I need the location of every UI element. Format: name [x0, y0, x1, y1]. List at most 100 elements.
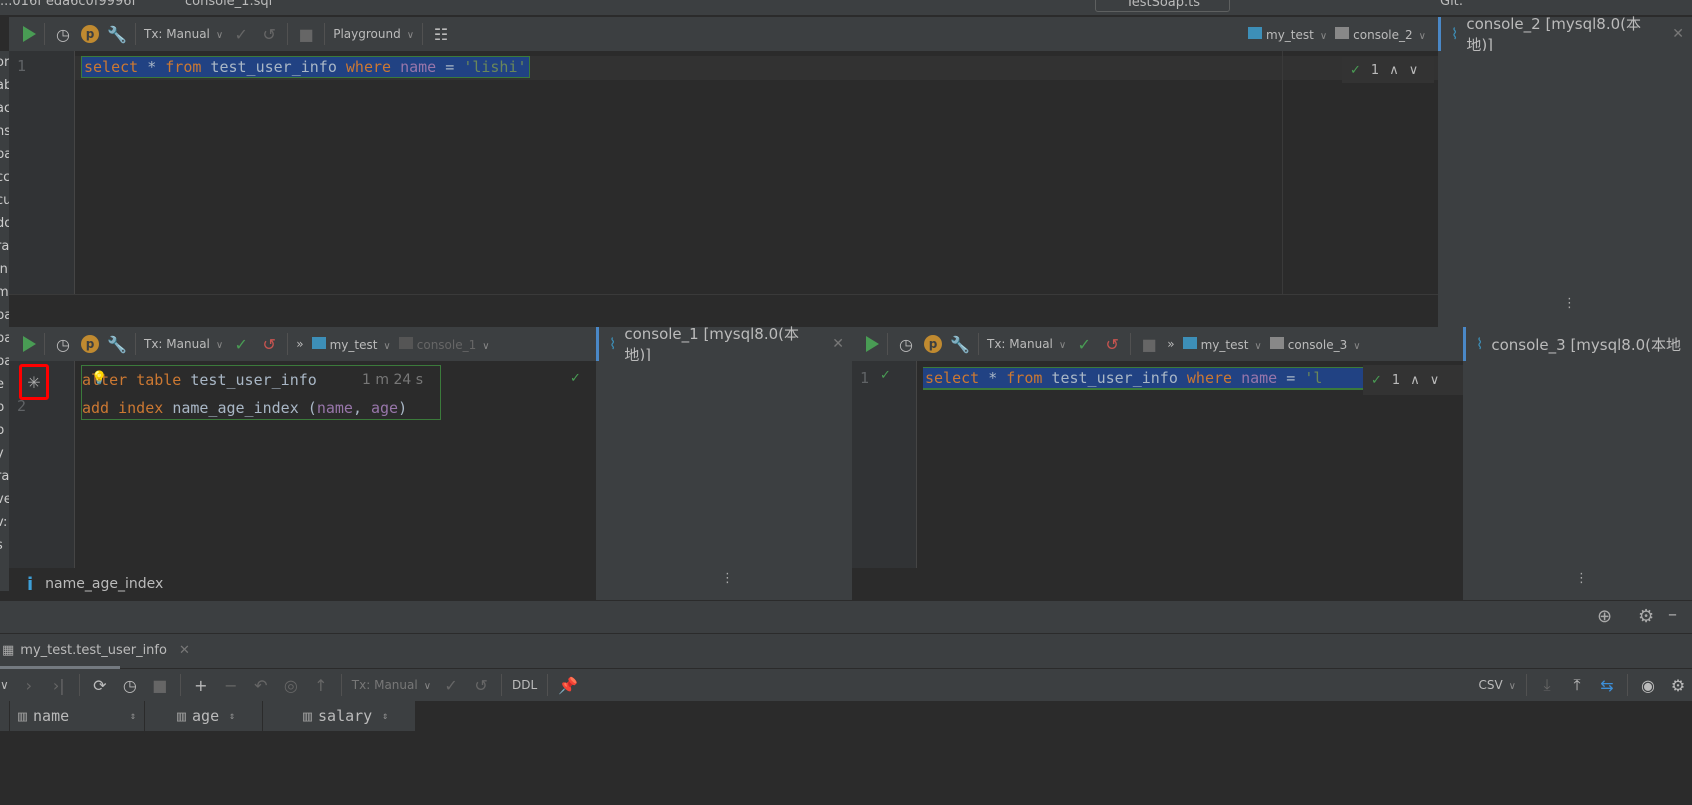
project-tree-item[interactable]: v:: [0, 511, 9, 534]
project-tree-item[interactable]: do: [0, 212, 9, 235]
lightbulb-icon[interactable]: 💡: [91, 371, 107, 386]
submit-icon[interactable]: ↑: [311, 675, 331, 695]
project-tree-item[interactable]: pa: [0, 304, 9, 327]
last-page-icon[interactable]: ›|: [49, 675, 69, 695]
profile-icon[interactable]: p: [81, 335, 99, 353]
history-icon[interactable]: ◷: [896, 334, 916, 354]
inspection-widget[interactable]: ✓ 1 ∧ ∨: [1342, 57, 1434, 83]
wrench-icon[interactable]: 🔧: [107, 24, 127, 44]
add-row-icon[interactable]: +: [191, 675, 211, 695]
export-format-dropdown[interactable]: CSV ∨: [1478, 678, 1516, 692]
session-dropdown[interactable]: console_3 ∨: [1269, 336, 1361, 352]
commit-icon[interactable]: ✓: [1074, 334, 1094, 354]
project-tree-item[interactable]: ns: [0, 120, 9, 143]
history-icon[interactable]: ◷: [53, 334, 73, 354]
project-tree-item[interactable]: ac: [0, 97, 9, 120]
session-dropdown[interactable]: console_2 ∨: [1335, 26, 1426, 42]
tx-mode-dropdown[interactable]: Tx: Manual ∨: [144, 27, 223, 41]
minimize-icon[interactable]: –: [1668, 604, 1677, 625]
top-editor[interactable]: select * from test_user_info where name …: [75, 51, 1438, 294]
refresh-icon[interactable]: ⟳: [90, 675, 110, 695]
commit-icon[interactable]: ✓: [441, 675, 461, 695]
inspection-widget[interactable]: ✓ 1 ∧ ∨: [1363, 365, 1463, 395]
history-icon[interactable]: ◷: [53, 24, 73, 44]
history-icon[interactable]: ◷: [120, 675, 140, 695]
tx-mode-dropdown[interactable]: Tx: Manual ∨: [352, 678, 431, 692]
output-table-icon[interactable]: ☷: [431, 24, 451, 44]
project-tree-item[interactable]: y: [0, 442, 9, 465]
commit-icon[interactable]: ✓: [231, 334, 251, 354]
console3-editor[interactable]: select * from test_user_info where name …: [917, 361, 1463, 568]
stop-icon[interactable]: ■: [1139, 334, 1159, 354]
wrench-icon[interactable]: 🔧: [107, 334, 127, 354]
execute-icon[interactable]: [866, 336, 879, 352]
more-chevron[interactable]: »: [1167, 337, 1174, 351]
page-size-dropdown[interactable]: ∨: [0, 678, 9, 692]
more-icon[interactable]: ⋮: [1575, 571, 1588, 586]
rollback-icon[interactable]: ↺: [1102, 334, 1122, 354]
tab-console-1[interactable]: ⌇ console_1 [mysql8.0(本地)] ✕: [596, 325, 852, 364]
target-icon[interactable]: ⊕: [1597, 606, 1612, 627]
execute-icon[interactable]: [23, 336, 36, 352]
console1-editor[interactable]: alter table test_user_info 💡 1 m 24 s ✓ …: [75, 361, 596, 568]
column-header-name[interactable]: ▥ name ⇕: [10, 701, 145, 731]
project-tree-item[interactable]: m: [0, 281, 9, 304]
tab-results[interactable]: ▦ my_test.test_user_info ✕: [0, 634, 190, 669]
project-tree-item[interactable]: pa: [0, 143, 9, 166]
profile-icon[interactable]: p: [81, 25, 99, 43]
execute-icon[interactable]: [23, 26, 36, 42]
project-tree-strip[interactable]: orabacnspacccudorainmpapapaeppyravev:s: [0, 51, 9, 591]
run-config-select[interactable]: TestSoap.ts: [1095, 0, 1230, 12]
close-icon[interactable]: ✕: [832, 336, 852, 352]
tx-mode-dropdown[interactable]: Tx: Manual ∨: [144, 337, 223, 351]
settings-icon[interactable]: ⚙: [1668, 675, 1688, 695]
project-tree-item[interactable]: cc: [0, 166, 9, 189]
stop-icon[interactable]: ■: [296, 24, 316, 44]
rollback-icon[interactable]: ↺: [259, 334, 279, 354]
close-icon[interactable]: ✕: [1672, 26, 1692, 42]
project-tree-item[interactable]: s: [0, 534, 9, 557]
revert-icon[interactable]: ↶: [251, 675, 271, 695]
rollback-icon[interactable]: ↺: [259, 24, 279, 44]
pin-icon[interactable]: 📌: [558, 675, 578, 695]
project-tree-item[interactable]: or: [0, 51, 9, 74]
more-icon[interactable]: ⋮: [721, 571, 734, 586]
rollback-icon[interactable]: ↺: [471, 675, 491, 695]
tx-mode-dropdown[interactable]: Tx: Manual ∨: [987, 337, 1066, 351]
compare-icon[interactable]: ⇆: [1597, 675, 1617, 695]
session-dropdown[interactable]: console_1 ∨: [398, 336, 490, 352]
gear-icon[interactable]: ⚙: [1638, 606, 1654, 627]
playground-dropdown[interactable]: Playground ∨: [333, 27, 414, 41]
tab-console-2[interactable]: ⌇ console_2 [mysql8.0(本地)] ✕: [1438, 15, 1692, 54]
delete-row-icon[interactable]: −: [221, 675, 241, 695]
next-page-icon[interactable]: ›: [19, 675, 39, 695]
commit-icon[interactable]: ✓: [231, 24, 251, 44]
tab-console-3[interactable]: ⌇ console_3 [mysql8.0(本地: [1463, 327, 1692, 361]
project-tree-item[interactable]: ve: [0, 488, 9, 511]
download-icon[interactable]: ⤓: [1537, 675, 1557, 695]
close-icon[interactable]: ✕: [179, 643, 190, 658]
schema-dropdown[interactable]: my_test ∨: [1182, 336, 1262, 352]
stop-icon[interactable]: ■: [150, 675, 170, 695]
breadcrumb-file[interactable]: console_1.sql: [185, 0, 272, 9]
project-tree-item[interactable]: pa: [0, 350, 9, 373]
project-tree-item[interactable]: cu: [0, 189, 9, 212]
project-tree-item[interactable]: p: [0, 396, 9, 419]
project-tree-item[interactable]: ra: [0, 465, 9, 488]
upload-icon[interactable]: ⤒: [1567, 675, 1587, 695]
project-tree-item[interactable]: e: [0, 373, 9, 396]
wrench-icon[interactable]: 🔧: [950, 334, 970, 354]
column-header-salary[interactable]: ▥ salary ⇕: [263, 701, 415, 731]
schema-dropdown[interactable]: my_test ∨: [311, 336, 391, 352]
project-tree-item[interactable]: ra: [0, 235, 9, 258]
project-tree-item[interactable]: pa: [0, 327, 9, 350]
schema-dropdown[interactable]: my_test ∨: [1248, 26, 1327, 42]
more-icon[interactable]: ⋮: [1563, 296, 1576, 311]
column-header-age[interactable]: ▥ age ⇕: [145, 701, 263, 731]
view-icon[interactable]: ◉: [1638, 675, 1658, 695]
sql-statement[interactable]: select * from test_user_info where name …: [81, 56, 530, 78]
project-tree-item[interactable]: in: [0, 258, 9, 281]
ddl-button[interactable]: DDL: [512, 678, 537, 692]
preview-icon[interactable]: ◎: [281, 675, 301, 695]
project-tree-item[interactable]: p: [0, 419, 9, 442]
